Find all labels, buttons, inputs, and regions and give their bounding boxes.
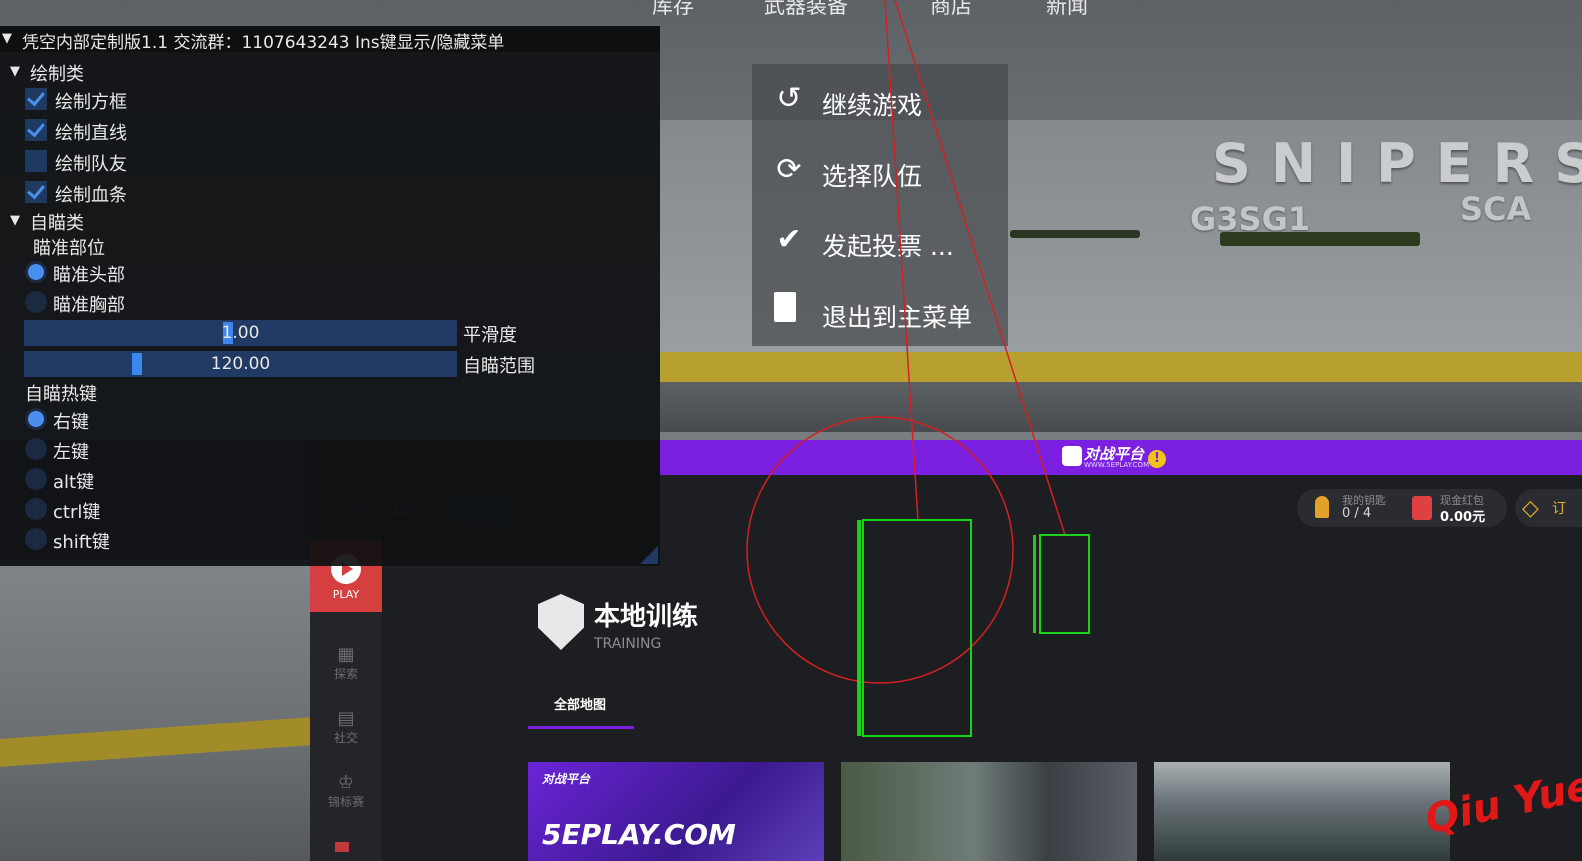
draw-box-label: 绘制方框 [55,92,127,113]
collapse-triangle-icon[interactable]: ▼ [2,31,12,46]
sidebar-item-social[interactable]: ▤ 社交 [310,708,382,746]
draw-team-label: 绘制队友 [55,154,127,175]
resize-grip[interactable] [640,546,658,564]
warning-icon[interactable]: ! [1148,450,1166,468]
diamond-icon: ◇ [1522,496,1539,521]
checkmark-icon [27,87,45,107]
scene-floor-left [0,560,312,861]
hotkey-label: 自瞄热键 [25,384,97,405]
check-icon: ✔ [776,222,802,257]
exit-door-icon [774,292,796,322]
platform-logo-icon [1062,446,1082,466]
topnav-news[interactable]: 新闻 [1046,0,1088,20]
key-icon [1315,496,1329,518]
tab-underline [528,726,634,729]
checkmark-icon [27,118,45,138]
scene-rail [660,382,1582,432]
rifle-graphic [1010,230,1140,238]
aim-range-slider[interactable]: 120.00 [24,351,457,377]
draw-line-checkbox[interactable] [25,118,47,141]
topnav-inventory[interactable]: 库存 [652,0,694,20]
section-title: 本地训练 [594,602,699,632]
grid-icon: ▦ [337,644,355,665]
play-label: PLAY [332,588,360,601]
checkmark-icon [27,180,45,200]
subscribe-label[interactable]: 订 [1552,498,1566,518]
rifle-g3sg1-graphic [1220,232,1420,246]
red-envelope-icon [1412,496,1432,520]
topnav-store[interactable]: 商店 [930,0,972,20]
keys-value: 0 / 4 [1342,506,1372,521]
card-brand: 对战平台 [542,772,591,786]
smooth-label: 平滑度 [463,325,517,346]
draw-section-label[interactable]: 绘制类 [30,60,84,86]
section-triangle-icon[interactable]: ▼ [10,64,20,79]
aim-head-label: 瞄准头部 [53,265,125,286]
pause-item-resume[interactable]: 继续游戏 [822,86,922,122]
platform-url: WWW.5EPLAY.COM [1084,461,1150,469]
topnav-loadout[interactable]: 武器装备 [764,0,848,20]
card-text: 5EPLAY.COM [542,818,736,851]
hotkey-left-label: 左键 [53,442,89,463]
draw-line-label: 绘制直线 [55,123,127,144]
draw-health-label: 绘制血条 [55,185,127,206]
cash-value: 0.00元 [1440,510,1486,525]
refresh-icon: ⟳ [776,152,802,187]
wall-sign-title: SNIPERS [1212,132,1582,195]
smooth-value: 1.00 [221,323,260,343]
map-card-3[interactable] [1154,762,1450,861]
pause-item-vote[interactable]: 发起投票 ... [822,227,954,263]
sidebar-item-label: 社交 [333,731,358,745]
wall-label-sca: SCA [1460,190,1532,228]
aim-part-label: 瞄准部位 [33,238,105,259]
smooth-slider[interactable]: 1.00 [24,320,457,346]
section-subtitle: TRAINING [594,636,662,652]
chat-icon: ▤ [337,708,355,729]
scene-yellow-stripe [660,352,1582,382]
section-triangle-icon[interactable]: ▼ [10,213,20,228]
hotkey-right-radio[interactable] [25,408,47,430]
map-card-2[interactable] [841,762,1137,861]
sidebar-item-tournament[interactable]: ♔ 锦标赛 [310,772,382,810]
draw-box-checkbox[interactable] [25,87,47,110]
sidebar-item-label: 锦标赛 [327,795,364,809]
pause-item-exit[interactable]: 退出到主菜单 [822,298,972,334]
trophy-icon: ♔ [337,772,355,793]
hotkey-shift-radio[interactable] [25,528,47,550]
sidebar-item-explore[interactable]: ▦ 探索 [310,644,382,682]
hotkey-shift-label: shift键 [53,532,110,553]
aim-head-radio[interactable] [25,261,47,283]
hotkey-left-radio[interactable] [25,438,47,460]
hotkey-alt-radio[interactable] [25,468,47,490]
aim-chest-label: 瞄准胸部 [53,295,125,316]
hotkey-ctrl-label: ctrl键 [53,502,101,523]
aim-section-label[interactable]: 自瞄类 [30,209,84,235]
draw-team-checkbox[interactable] [25,150,47,172]
hotkey-right-label: 右键 [53,412,89,433]
aim-chest-radio[interactable] [25,291,47,313]
draw-health-checkbox[interactable] [25,180,47,203]
cheat-menu-title: 凭空内部定制版1.1 交流群：1107643243 Ins键显示/隐藏菜单 [22,33,505,53]
pause-item-team[interactable]: 选择队伍 [822,157,922,193]
hotkey-alt-label: alt键 [53,472,95,493]
sidebar-extra-icon[interactable] [335,842,349,852]
range-value: 120.00 [210,354,271,374]
tab-all-maps[interactable]: 全部地图 [554,694,606,713]
map-card-5eplay[interactable]: 对战平台 5EPLAY.COM [528,762,824,861]
resume-icon: ↺ [776,81,802,116]
aim-range-label: 自瞄范围 [463,356,535,377]
sidebar-item-label: 探索 [333,667,358,681]
slider-knob[interactable] [132,353,143,375]
hotkey-ctrl-radio[interactable] [25,498,47,520]
